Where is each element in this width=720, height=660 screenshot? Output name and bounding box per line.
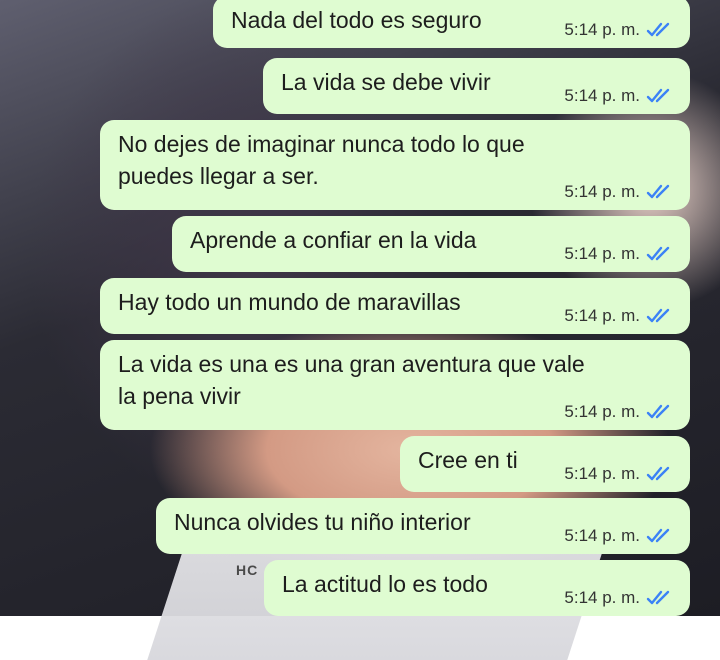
message-text: Nada del todo es seguro xyxy=(231,7,482,33)
message-bubble[interactable]: Nunca olvides tu niño interior 5:14 p. m… xyxy=(156,498,690,554)
double-check-icon xyxy=(646,465,676,483)
message-meta: 5:14 p. m. xyxy=(564,402,676,422)
message-time: 5:14 p. m. xyxy=(564,306,640,325)
message-meta: 5:14 p. m. xyxy=(564,20,676,40)
message-text: Aprende a confiar en la vida xyxy=(190,227,477,253)
message-meta: 5:14 p. m. xyxy=(564,588,676,608)
double-check-icon xyxy=(646,245,676,263)
message-meta: 5:14 p. m. xyxy=(564,182,676,202)
message-meta: 5:14 p. m. xyxy=(564,244,676,264)
double-check-icon xyxy=(646,527,676,545)
message-bubble[interactable]: Hay todo un mundo de maravillas 5:14 p. … xyxy=(100,278,690,334)
message-meta: 5:14 p. m. xyxy=(564,306,676,326)
message-meta: 5:14 p. m. xyxy=(564,86,676,106)
double-check-icon xyxy=(646,403,676,421)
double-check-icon xyxy=(646,87,676,105)
message-text: La vida se debe vivir xyxy=(281,69,491,95)
message-time: 5:14 p. m. xyxy=(564,464,640,483)
message-text: Hay todo un mundo de maravillas xyxy=(118,289,461,315)
double-check-icon xyxy=(646,183,676,201)
message-time: 5:14 p. m. xyxy=(564,86,640,105)
message-bubble[interactable]: La actitud lo es todo 5:14 p. m. xyxy=(264,560,690,616)
message-time: 5:14 p. m. xyxy=(564,588,640,607)
message-time: 5:14 p. m. xyxy=(564,182,640,201)
message-text: Nunca olvides tu niño interior xyxy=(174,509,471,535)
message-bubble[interactable]: La vida se debe vivir 5:14 p. m. xyxy=(263,58,690,114)
message-bubble[interactable]: Cree en ti 5:14 p. m. xyxy=(400,436,690,492)
double-check-icon xyxy=(646,21,676,39)
message-meta: 5:14 p. m. xyxy=(564,464,676,484)
message-time: 5:14 p. m. xyxy=(564,526,640,545)
message-meta: 5:14 p. m. xyxy=(564,526,676,546)
message-time: 5:14 p. m. xyxy=(564,20,640,39)
message-text: La vida es una es una gran aventura que … xyxy=(118,351,585,409)
message-text: No dejes de imaginar nunca todo lo que p… xyxy=(118,131,525,189)
message-bubble[interactable]: Aprende a confiar en la vida 5:14 p. m. xyxy=(172,216,690,272)
double-check-icon xyxy=(646,307,676,325)
message-time: 5:14 p. m. xyxy=(564,402,640,421)
message-bubble[interactable]: Nada del todo es seguro 5:14 p. m. xyxy=(213,0,690,48)
double-check-icon xyxy=(646,589,676,607)
message-bubble[interactable]: No dejes de imaginar nunca todo lo que p… xyxy=(100,120,690,210)
message-text: Cree en ti xyxy=(418,447,518,473)
chat-messages: Nada del todo es seguro 5:14 p. m. La vi… xyxy=(0,0,720,616)
message-time: 5:14 p. m. xyxy=(564,244,640,263)
message-text: La actitud lo es todo xyxy=(282,571,488,597)
message-bubble[interactable]: La vida es una es una gran aventura que … xyxy=(100,340,690,430)
